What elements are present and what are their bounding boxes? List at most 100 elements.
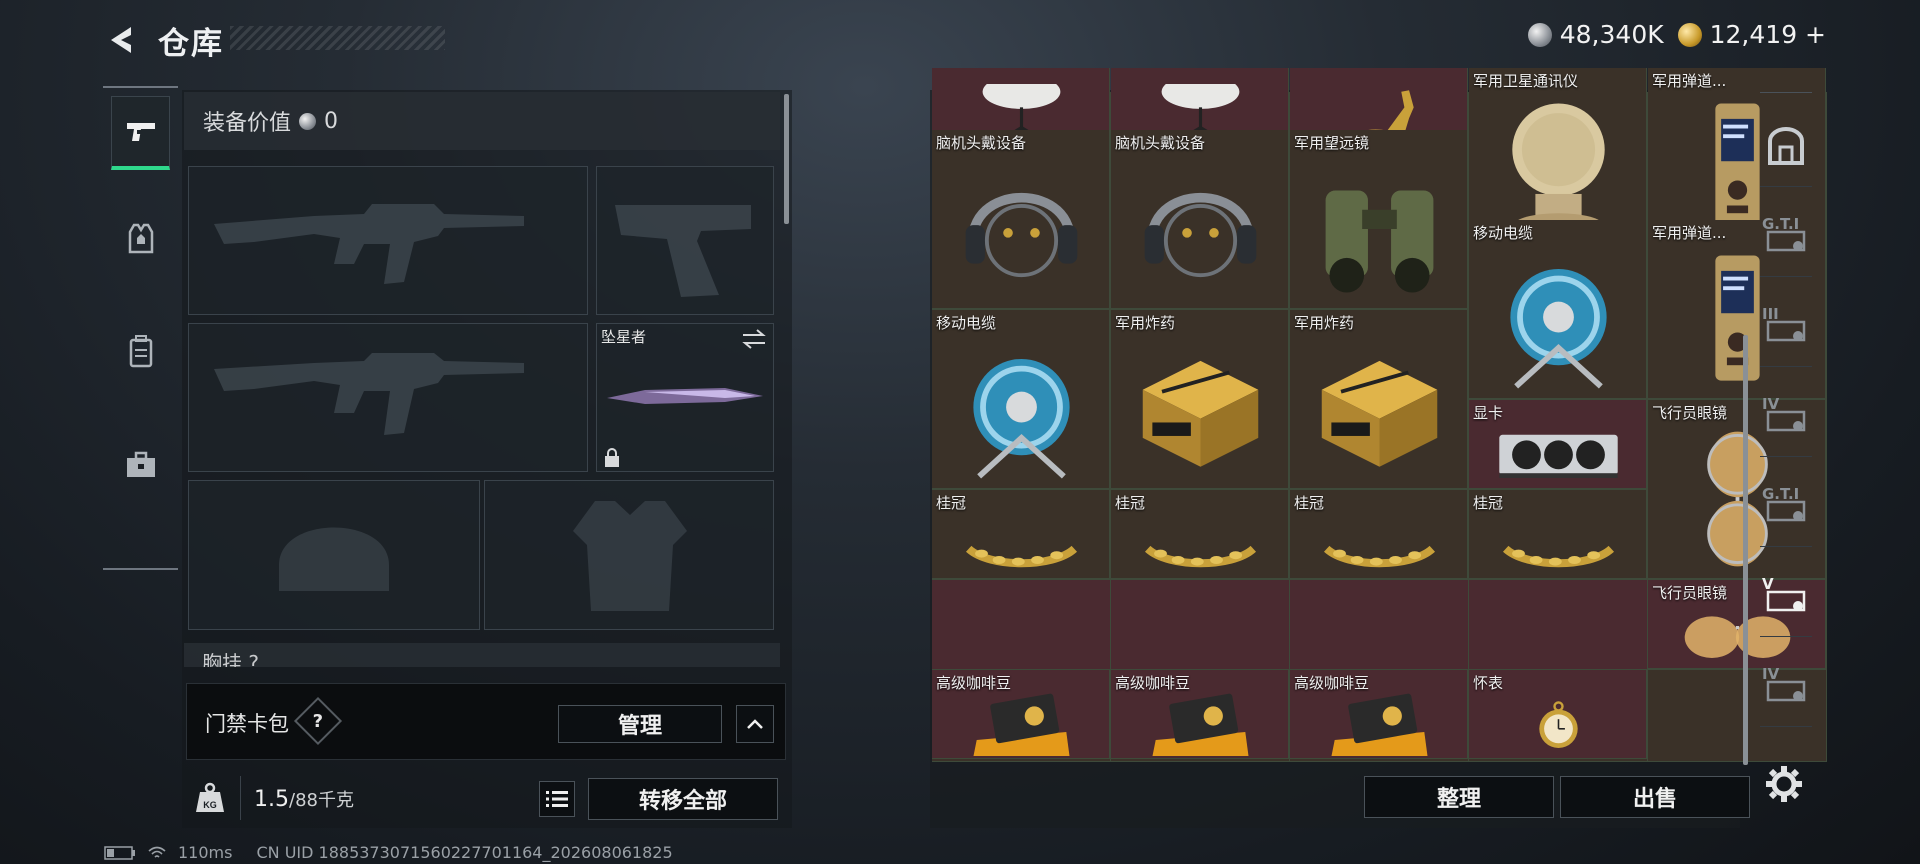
storage-page-tab[interactable]: G.T.I xyxy=(1760,467,1812,547)
sort-button[interactable]: 整理 xyxy=(1364,776,1554,818)
storage-item[interactable]: 高级咖啡豆 xyxy=(932,670,1110,759)
equipment-scrollbar[interactable] xyxy=(784,94,789,224)
item-name: 怀表 xyxy=(1473,674,1504,692)
list-view-button[interactable] xyxy=(539,781,575,817)
tab-backpack[interactable] xyxy=(111,314,170,388)
tab-armor[interactable] xyxy=(111,202,170,276)
item-name: 脑机头戴设备 xyxy=(936,134,1027,152)
item-name: 高级咖啡豆 xyxy=(1294,674,1370,692)
storage-item[interactable]: 显卡 xyxy=(1469,400,1647,489)
item-name: 军用望远镜 xyxy=(1294,134,1370,152)
storage-item[interactable]: 怀表 xyxy=(1469,670,1647,759)
settings-gear-icon[interactable] xyxy=(1764,764,1804,804)
storage-item[interactable]: 军用望远镜 xyxy=(1290,130,1468,309)
item-name: 显卡 xyxy=(1473,404,1504,422)
equipment-value-bar: 装备价值 0 xyxy=(184,92,780,150)
chevron-up-icon xyxy=(747,719,763,729)
back-arrow-icon xyxy=(111,27,131,53)
primary-weapon-slot-2[interactable] xyxy=(188,323,588,472)
pistol-slot[interactable] xyxy=(596,166,774,315)
gpu-icon xyxy=(1479,422,1638,488)
watch-icon xyxy=(1479,692,1638,758)
item-name: 高级咖啡豆 xyxy=(936,674,1012,692)
tab-weapons[interactable] xyxy=(111,96,170,170)
headset-icon xyxy=(942,152,1101,308)
grid-cell[interactable] xyxy=(1469,580,1648,670)
storage-item[interactable]: 军用炸药 xyxy=(1290,310,1468,489)
storage-item[interactable]: 移动电缆 xyxy=(932,310,1110,489)
crate-icon xyxy=(1300,332,1459,488)
grid-cell[interactable] xyxy=(1111,580,1290,670)
equipment-value-label: 装备价值 xyxy=(203,111,292,136)
svg-text:KG: KG xyxy=(203,800,217,810)
expand-button[interactable] xyxy=(736,705,774,743)
grid-cell[interactable] xyxy=(932,580,1111,670)
laurel-icon xyxy=(1121,512,1280,578)
knife-icon xyxy=(607,388,763,404)
manage-button[interactable]: 管理 xyxy=(558,705,722,743)
storage-page-tab[interactable]: III xyxy=(1760,287,1812,367)
helmet-slot[interactable] xyxy=(188,480,480,630)
swap-icon[interactable] xyxy=(741,328,767,350)
gold-coin-icon xyxy=(1677,22,1702,47)
battery-icon xyxy=(104,845,135,860)
item-name: 脑机头戴设备 xyxy=(1115,134,1206,152)
headset-icon xyxy=(1121,152,1280,308)
helmet-silhouette-icon xyxy=(279,527,389,591)
uid-text: CN UID 1885373071560227701164_2026080618… xyxy=(256,843,673,862)
storage-item[interactable]: 桂冠 xyxy=(1111,490,1289,579)
item-name: 桂冠 xyxy=(1473,494,1504,512)
transfer-all-button[interactable]: 转移全部 xyxy=(588,778,778,820)
item-name: 桂冠 xyxy=(936,494,967,512)
item-name: 军用弹道... xyxy=(1652,224,1727,242)
storage-scrollbar[interactable] xyxy=(1743,335,1748,765)
max-weight: /88千克 xyxy=(289,790,354,811)
tab-case[interactable] xyxy=(111,428,170,502)
weight-kg-icon: KG xyxy=(196,782,224,812)
page-title: 仓库 xyxy=(158,26,224,62)
storage-page-tab[interactable]: IV xyxy=(1760,647,1812,727)
backpack-icon xyxy=(129,335,152,368)
storage-page-tab[interactable] xyxy=(1760,107,1812,187)
item-name: 移动电缆 xyxy=(936,314,997,332)
primary-weapon-slot-1[interactable] xyxy=(188,166,588,315)
storage-item[interactable]: 移动电缆 xyxy=(1469,220,1647,399)
item-name: 移动电缆 xyxy=(1473,224,1534,242)
item-name: 军用炸药 xyxy=(1115,314,1176,332)
vest-icon xyxy=(128,223,153,254)
title-decoration xyxy=(230,26,445,50)
silver-currency[interactable]: 48,340K xyxy=(1527,20,1664,49)
help-button[interactable]: ? xyxy=(293,696,343,746)
storage-page-tab[interactable]: G.T.I xyxy=(1760,197,1812,277)
back-button[interactable] xyxy=(104,22,140,58)
armor-slot[interactable] xyxy=(484,480,774,630)
sell-button[interactable]: 出售 xyxy=(1560,776,1750,818)
storage-page-tab[interactable]: IV xyxy=(1760,377,1812,457)
melee-slot[interactable]: 坠星者 xyxy=(596,323,774,472)
storage-item[interactable]: 高级咖啡豆 xyxy=(1111,670,1289,759)
page-tab-label: G.T.I xyxy=(1762,485,1800,503)
coffee-icon xyxy=(1121,692,1280,758)
gold-currency[interactable]: 12,419 + xyxy=(1677,20,1826,49)
item-name: 高级咖啡豆 xyxy=(1115,674,1191,692)
item-name: 桂冠 xyxy=(1294,494,1325,512)
storage-item[interactable]: 桂冠 xyxy=(932,490,1110,579)
storage-item[interactable]: 桂冠 xyxy=(1290,490,1468,579)
storage-page-tab[interactable]: V xyxy=(1760,557,1812,637)
storage-item[interactable]: 桂冠 xyxy=(1469,490,1647,579)
storage-item[interactable]: 军用炸药 xyxy=(1111,310,1289,489)
grid-cell[interactable] xyxy=(1290,580,1469,670)
status-bar: 110ms CN UID 1885373071560227701164_2026… xyxy=(104,843,673,862)
storage-item[interactable]: 高级咖啡豆 xyxy=(1290,670,1468,759)
armor-silhouette-icon xyxy=(573,501,687,611)
latency: 110ms xyxy=(178,843,233,862)
storage-item[interactable]: 脑机头戴设备 xyxy=(1111,130,1289,309)
weight-readout: 1.5/88千克 xyxy=(254,786,354,812)
briefcase-icon xyxy=(126,451,155,477)
page-tab-label: V xyxy=(1762,575,1774,593)
item-name: 桂冠 xyxy=(1115,494,1146,512)
item-name: 飞行员眼镜 xyxy=(1652,404,1728,422)
page-tab-label: IV xyxy=(1762,665,1780,683)
silver-amount: 48,340K xyxy=(1559,20,1664,49)
storage-item[interactable]: 脑机头戴设备 xyxy=(932,130,1110,309)
